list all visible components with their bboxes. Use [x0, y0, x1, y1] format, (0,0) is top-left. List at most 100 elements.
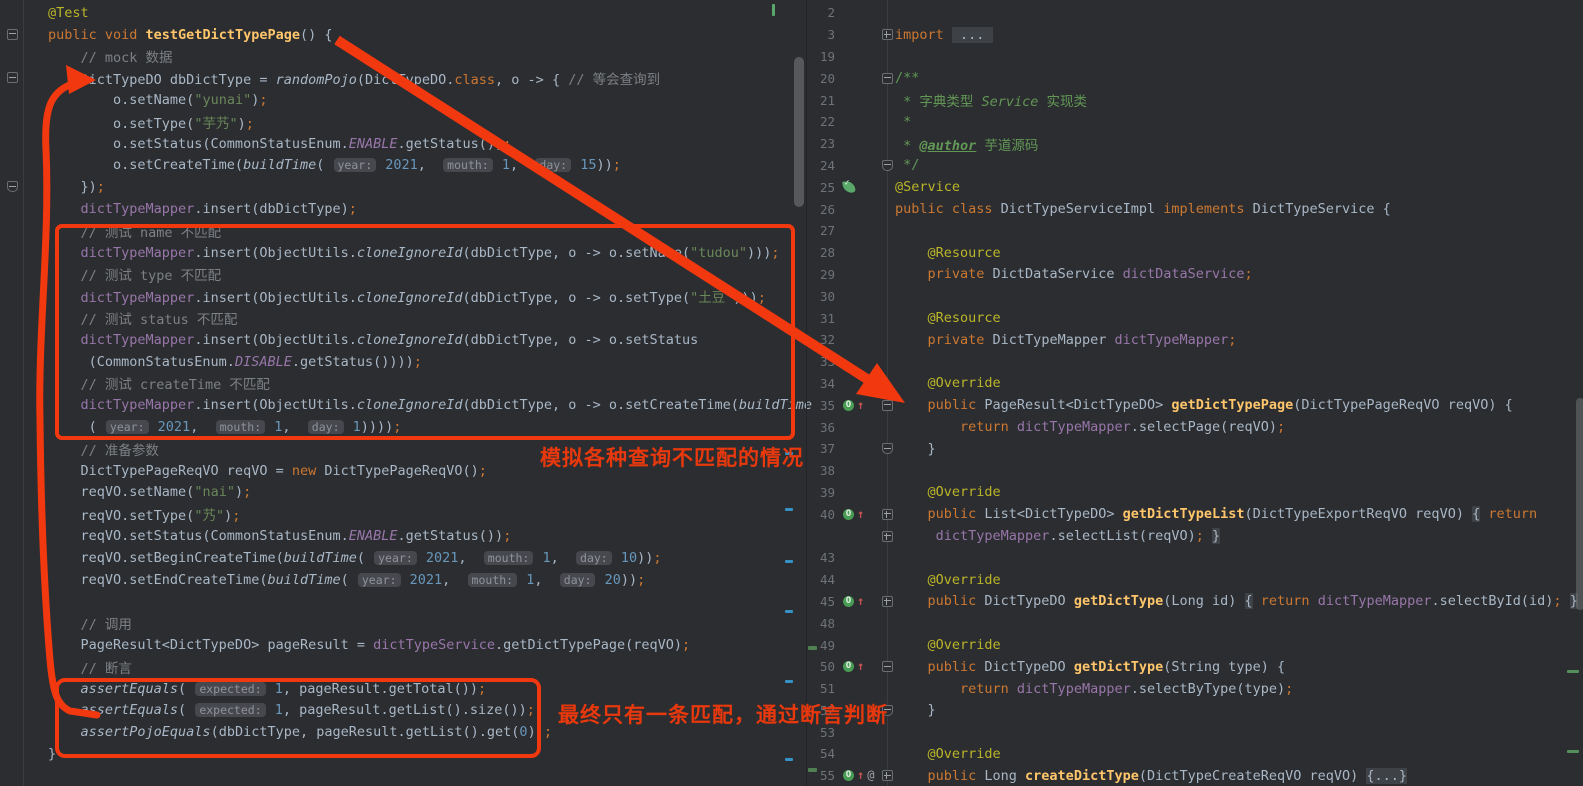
code-token: reqVO.setStatus(CommonStatusEnum.	[48, 528, 349, 544]
code-line: (CommonStatusEnum.DISABLE.getStatus())))…	[0, 351, 806, 373]
left-gutter	[0, 634, 48, 656]
code-text: });	[48, 179, 105, 195]
code-token: ;	[393, 419, 401, 435]
code-text: return dictTypeMapper.selectPage(reqVO);	[895, 419, 1285, 435]
spring-bean-icon[interactable]	[842, 180, 856, 194]
code-line: 51 return dictTypeMapper.selectByType(ty…	[807, 678, 1583, 700]
vcs-change-mark	[808, 768, 817, 772]
fold-toggle-icon[interactable]	[882, 705, 893, 716]
fold-toggle-icon[interactable]	[882, 509, 893, 520]
code-line: o.setCreateTime(buildTime( year: 2021, m…	[0, 155, 806, 177]
code-token: (dbDictType, pageResult.getList().get(	[211, 724, 520, 740]
fold-toggle-icon[interactable]	[882, 400, 893, 411]
code-token: public	[895, 768, 984, 784]
fold-gutter	[879, 661, 895, 672]
code-text: }	[895, 702, 936, 718]
code-token: ,	[190, 419, 214, 435]
code-token: ;	[1245, 266, 1253, 282]
code-token: .getStatus())))	[292, 354, 414, 370]
fold-toggle-icon[interactable]	[882, 596, 893, 607]
code-token: ))	[621, 572, 637, 588]
editor-pane-service-impl[interactable]: 23import ... 1920/**21 * 字典类型 Service 实现…	[806, 0, 1583, 786]
fold-toggle-icon[interactable]	[7, 29, 18, 40]
fold-toggle-icon[interactable]	[882, 770, 893, 781]
fold-toggle-icon[interactable]	[882, 73, 893, 84]
code-token: @Override	[895, 572, 1001, 588]
gutter-icons: O↑	[835, 509, 879, 520]
left-gutter	[0, 721, 48, 743]
code-token: cloneIgnoreId	[357, 245, 463, 261]
code-token: new	[292, 463, 316, 479]
code-text: (CommonStatusEnum.DISABLE.getStatus())))…	[48, 354, 422, 370]
code-token: public	[895, 506, 984, 522]
code-token: expected:	[195, 703, 265, 717]
code-token: ,	[510, 157, 534, 173]
code-token: ,	[534, 572, 558, 588]
overrides-method-icon[interactable]: O	[843, 770, 854, 781]
code-token: ;	[544, 724, 552, 740]
fold-toggle-icon[interactable]	[882, 443, 893, 454]
fold-toggle-icon[interactable]	[882, 661, 893, 672]
code-token: 2021	[158, 419, 191, 435]
code-token: 10	[621, 550, 637, 566]
code-token: (CommonStatusEnum.	[48, 354, 235, 370]
fold-gutter	[879, 770, 895, 781]
fold-toggle-icon[interactable]	[7, 72, 18, 83]
overrides-method-icon[interactable]: O	[843, 400, 854, 411]
code-line: 43	[807, 547, 1583, 569]
code-token: 2021	[385, 157, 418, 173]
left-gutter	[0, 438, 48, 460]
code-line: 36 return dictTypeMapper.selectPage(reqV…	[807, 416, 1583, 438]
line-number: 45	[807, 594, 835, 609]
code-token: // 测试 name 不匹配	[48, 225, 221, 241]
code-token: dictTypeMapper	[1017, 681, 1131, 697]
code-token: ENABLE	[349, 136, 398, 152]
code-token: DictTypeDO	[984, 659, 1073, 675]
left-gutter	[0, 700, 48, 722]
code-token: ,	[418, 157, 442, 173]
editor-pane-test-class[interactable]: @Testpublic void testGetDictTypePage() {…	[0, 0, 806, 786]
code-token: dictTypeMapper	[48, 397, 194, 413]
code-text: @Override	[895, 572, 1001, 588]
code-token: .insert(dbDictType)	[194, 201, 348, 217]
line-number: 43	[807, 550, 835, 565]
code-line: reqVO.setStatus(CommonStatusEnum.ENABLE.…	[0, 525, 806, 547]
overrides-method-icon[interactable]: O	[843, 661, 854, 672]
fold-toggle-icon[interactable]	[882, 160, 893, 171]
left-gutter	[0, 525, 48, 547]
line-number: 24	[807, 158, 835, 173]
code-token: ;	[758, 290, 766, 306]
code-text: assertPojoEquals(dbDictType, pageResult.…	[48, 724, 552, 740]
code-line: // 测试 createTime 不匹配	[0, 373, 806, 395]
code-line: reqVO.setName("nai");	[0, 482, 806, 504]
right-scrollbar-thumb[interactable]	[1576, 398, 1583, 610]
left-code-area[interactable]: @Testpublic void testGetDictTypePage() {…	[0, 2, 806, 786]
code-token: .getStatus())	[398, 136, 504, 152]
code-token: ;	[653, 550, 661, 566]
code-token: ;	[1553, 593, 1561, 609]
code-token: buildTime	[267, 572, 340, 588]
fold-toggle-icon[interactable]	[882, 531, 893, 542]
code-token: "yunai"	[194, 92, 251, 108]
code-line: 50O↑ public DictTypeDO getDictType(Strin…	[807, 656, 1583, 678]
annotated-method-icon[interactable]: @	[867, 770, 874, 781]
line-number: 23	[807, 136, 835, 151]
code-token: day:	[535, 158, 571, 172]
code-text: private DictDataService dictDataService;	[895, 266, 1253, 282]
fold-toggle-icon[interactable]	[882, 29, 893, 40]
code-token: ,	[442, 572, 466, 588]
left-scrollbar-thumb[interactable]	[794, 57, 804, 207]
code-token: reqVO.setEndCreateTime(	[48, 572, 267, 588]
stripe-info-mark	[785, 758, 793, 761]
stripe-info-mark	[785, 452, 793, 455]
code-token: ;	[478, 681, 486, 697]
code-token: ))	[597, 157, 613, 173]
code-text: public Long createDictType(DictTypeCreat…	[895, 768, 1407, 784]
code-line: 28 @Resource	[807, 242, 1583, 264]
fold-toggle-icon[interactable]	[7, 181, 18, 192]
code-token: 1	[275, 702, 283, 718]
overrides-method-icon[interactable]: O	[843, 596, 854, 607]
code-token: /**	[895, 70, 919, 86]
overrides-method-icon[interactable]: O	[843, 509, 854, 520]
right-code-area[interactable]: 23import ... 1920/**21 * 字典类型 Service 实现…	[807, 2, 1583, 786]
